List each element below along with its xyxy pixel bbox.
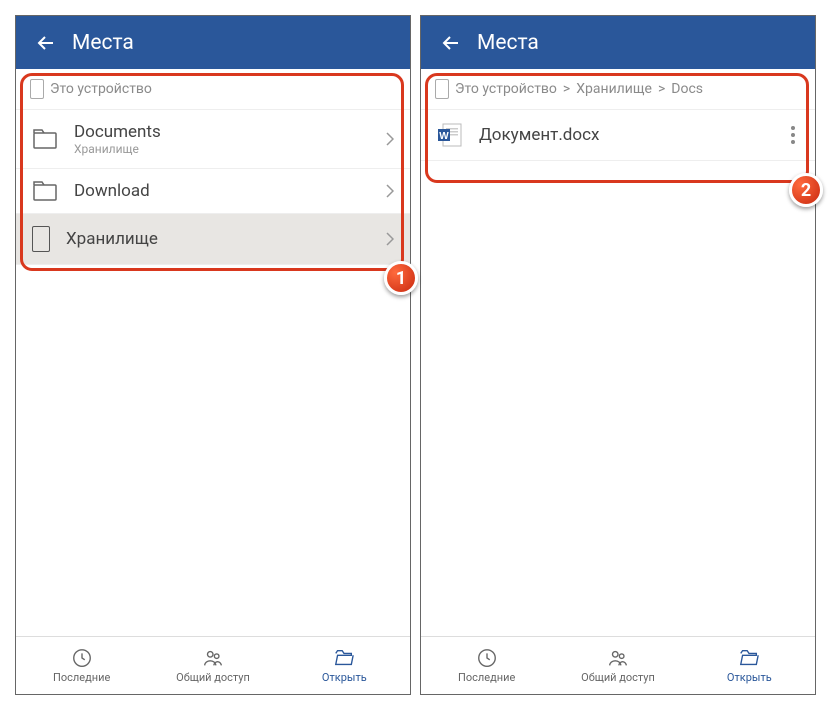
folder-documents[interactable]: Documents Хранилище — [16, 110, 410, 169]
folder-icon — [32, 181, 58, 201]
app-header: Места — [421, 16, 815, 69]
header-title: Места — [72, 31, 134, 55]
nav-recent[interactable]: Последние — [16, 637, 147, 694]
chevron-right-icon — [386, 184, 394, 198]
nav-open[interactable]: Открыть — [684, 637, 815, 694]
annotation-badge: 2 — [789, 173, 823, 207]
nav-open[interactable]: Открыть — [279, 637, 410, 694]
header-title: Места — [477, 31, 539, 55]
nav-label: Общий доступ — [176, 671, 250, 684]
device-icon — [30, 79, 44, 99]
more-options-button[interactable] — [787, 122, 799, 148]
breadcrumb-sep: > — [658, 81, 665, 97]
item-title: Download — [74, 181, 370, 201]
folder-storage[interactable]: Хранилище — [16, 214, 410, 265]
annotation-badge: 1 — [384, 261, 418, 295]
screenshot-right: Места 2 Это устройство > Хранилище > Doc… — [420, 15, 816, 695]
breadcrumb-part: Хранилище — [576, 81, 652, 97]
item-text: Documents Хранилище — [74, 122, 370, 156]
app-header: Места — [16, 16, 410, 69]
device-icon — [32, 226, 50, 252]
breadcrumb[interactable]: Это устройство > Хранилище > Docs — [421, 69, 815, 110]
folder-download[interactable]: Download — [16, 169, 410, 214]
screenshot-left: Места 1 Это устройство Documents Хранили… — [15, 15, 411, 695]
nav-recent[interactable]: Последние — [421, 637, 552, 694]
breadcrumb-part: Это устройство — [455, 81, 557, 97]
item-sub: Хранилище — [74, 142, 370, 156]
chevron-right-icon — [386, 232, 394, 246]
item-title: Documents — [74, 122, 370, 142]
chevron-right-icon — [386, 132, 394, 146]
file-title: Документ.docx — [479, 125, 771, 145]
file-document[interactable]: W Документ.docx — [421, 110, 815, 161]
item-text: Хранилище — [66, 229, 370, 249]
nav-label: Последние — [53, 671, 110, 684]
folder-icon — [32, 129, 58, 149]
content-area: 1 Это устройство Documents Хранилище Dow… — [16, 69, 410, 636]
nav-label: Открыть — [322, 671, 367, 684]
back-button[interactable] — [433, 25, 469, 61]
device-icon — [435, 79, 449, 99]
folder-open-icon — [738, 647, 760, 669]
bottom-nav: Последние Общий доступ Открыть — [16, 636, 410, 694]
bottom-nav: Последние Общий доступ Открыть — [421, 636, 815, 694]
clock-icon — [71, 647, 93, 669]
breadcrumb-text: Это устройство — [50, 81, 152, 97]
people-icon — [607, 647, 629, 669]
nav-shared[interactable]: Общий доступ — [552, 637, 683, 694]
nav-label: Общий доступ — [581, 671, 655, 684]
folder-open-icon — [333, 647, 355, 669]
back-button[interactable] — [28, 25, 64, 61]
nav-shared[interactable]: Общий доступ — [147, 637, 278, 694]
breadcrumb-sep: > — [563, 81, 570, 97]
item-title: Хранилище — [66, 229, 370, 249]
item-text: Документ.docx — [479, 125, 771, 145]
breadcrumb-part: Docs — [671, 81, 703, 97]
people-icon — [202, 647, 224, 669]
breadcrumb[interactable]: Это устройство — [16, 69, 410, 110]
item-text: Download — [74, 181, 370, 201]
nav-label: Открыть — [727, 671, 772, 684]
svg-text:W: W — [439, 131, 449, 142]
content-area: 2 Это устройство > Хранилище > Docs W До… — [421, 69, 815, 636]
word-file-icon: W — [437, 122, 463, 148]
clock-icon — [476, 647, 498, 669]
nav-label: Последние — [458, 671, 515, 684]
